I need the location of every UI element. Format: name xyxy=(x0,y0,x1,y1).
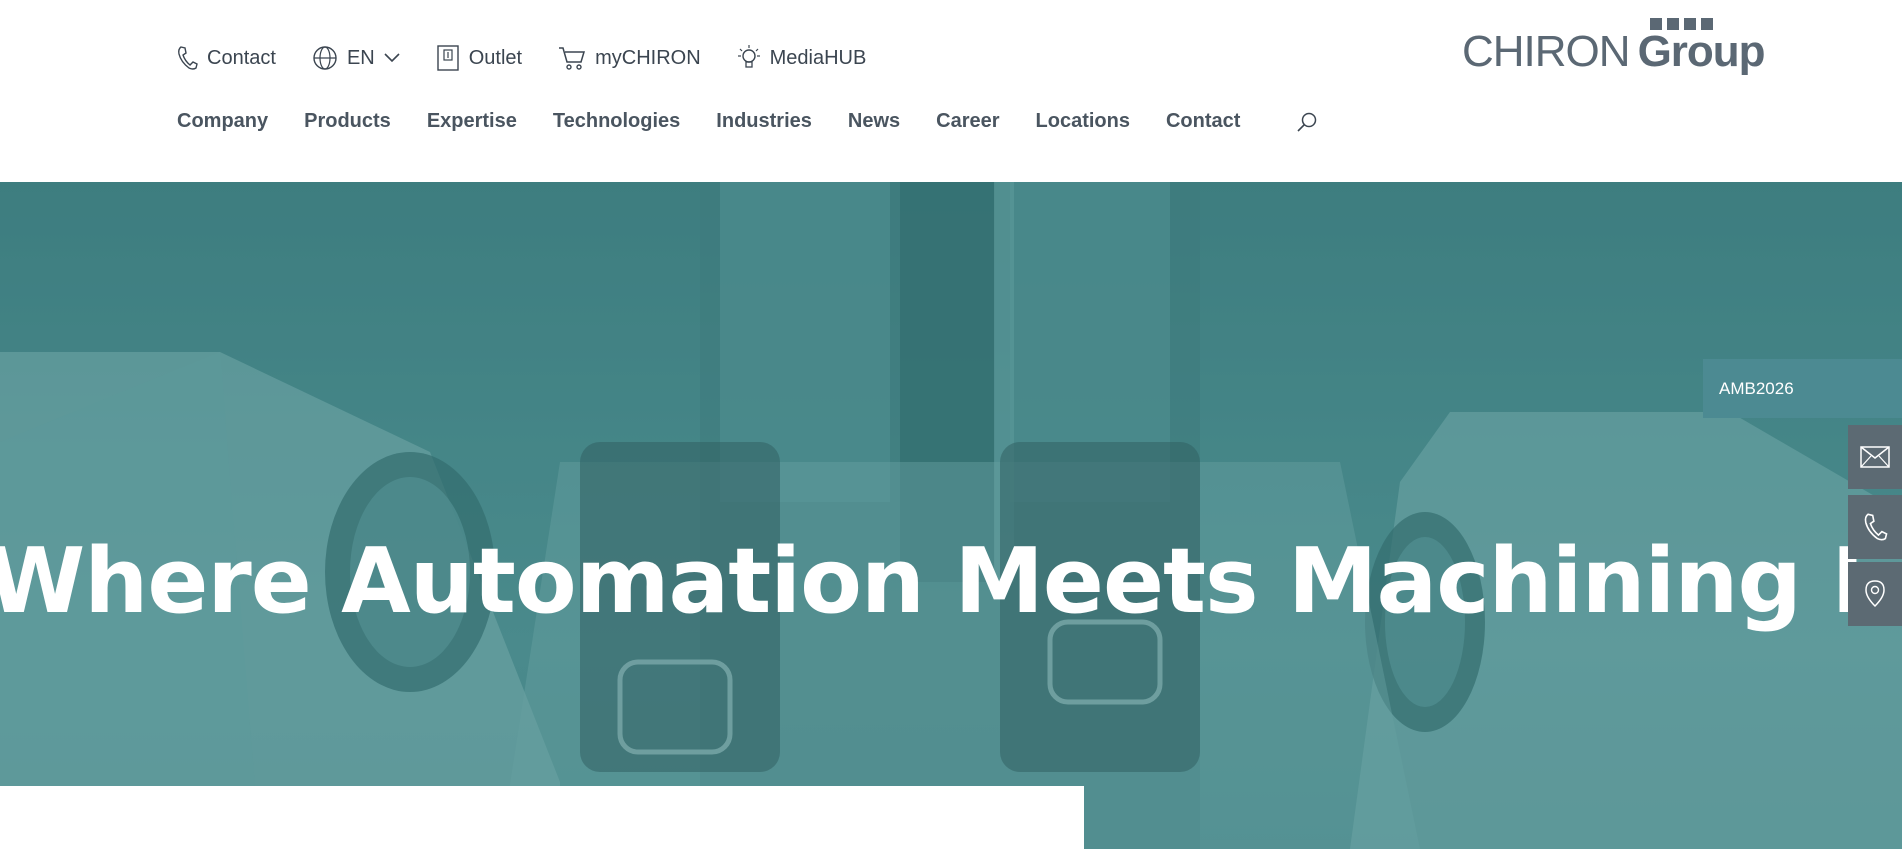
mail-icon xyxy=(1860,446,1890,468)
nav-item-career[interactable]: Career xyxy=(936,110,999,133)
event-tab-amb2026[interactable]: AMB2026 xyxy=(1703,359,1902,418)
language-selector[interactable]: EN xyxy=(312,45,400,71)
logo-secondary-text: Group xyxy=(1637,27,1766,76)
side-mail-button[interactable] xyxy=(1848,425,1902,489)
utility-bar: Contact EN Outlet myCHIRON MediaHUB xyxy=(176,40,866,76)
utility-mychiron-link[interactable]: myCHIRON xyxy=(558,45,701,71)
phone-icon xyxy=(178,46,198,70)
side-phone-button[interactable] xyxy=(1848,495,1902,559)
chevron-down-icon xyxy=(384,53,400,63)
globe-icon xyxy=(313,46,337,70)
search-icon xyxy=(1297,112,1317,132)
outlet-tag-icon xyxy=(437,45,459,71)
nav-item-contact[interactable]: Contact xyxy=(1166,110,1240,133)
nav-item-news[interactable]: News xyxy=(848,110,900,133)
nav-item-company[interactable]: Company xyxy=(177,110,268,133)
nav-item-industries[interactable]: Industries xyxy=(716,110,812,133)
hero-banner: Where Automation Meets Machining Excelle… xyxy=(0,182,1902,849)
main-navigation: Company Products Expertise Technologies … xyxy=(177,110,1318,133)
location-pin-icon xyxy=(1865,580,1885,608)
phone-icon xyxy=(1864,513,1888,541)
utility-contact-link[interactable]: Contact xyxy=(176,45,276,71)
utility-outlet-label: Outlet xyxy=(468,46,523,69)
utility-mychiron-label: myCHIRON xyxy=(595,46,701,69)
logo-wordmark: CHIRON Group xyxy=(1462,27,1766,76)
event-tab-label: AMB2026 xyxy=(1719,378,1794,398)
hero-title: Where Automation Meets Machining Excelle… xyxy=(0,529,1902,635)
lightbulb-icon xyxy=(737,45,760,68)
side-location-button[interactable] xyxy=(1848,562,1902,626)
cart-icon xyxy=(559,47,586,70)
language-label: EN xyxy=(346,46,375,69)
utility-mediahub-link[interactable]: MediaHUB xyxy=(737,44,867,72)
nav-item-expertise[interactable]: Expertise xyxy=(427,110,517,133)
hero-machine-background xyxy=(0,182,1902,849)
logo-primary-text: CHIRON xyxy=(1462,27,1631,76)
utility-outlet-link[interactable]: Outlet xyxy=(436,44,522,72)
utility-contact-label: Contact xyxy=(207,46,276,69)
content-panel xyxy=(0,786,1084,849)
site-header: Contact EN Outlet myCHIRON MediaHUB CHIR… xyxy=(0,0,1902,182)
nav-item-locations[interactable]: Locations xyxy=(1036,110,1130,133)
chiron-group-logo[interactable]: CHIRON Group xyxy=(1462,16,1766,76)
nav-item-products[interactable]: Products xyxy=(304,110,391,133)
nav-search-button[interactable] xyxy=(1296,111,1318,133)
utility-mediahub-label: MediaHUB xyxy=(769,46,867,69)
nav-item-technologies[interactable]: Technologies xyxy=(553,110,680,133)
